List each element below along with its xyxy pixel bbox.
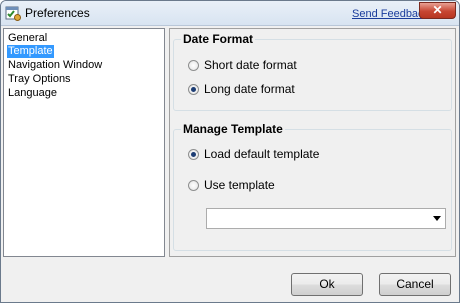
- cancel-button[interactable]: Cancel: [379, 273, 451, 296]
- short-date-format-option[interactable]: Short date format: [188, 57, 297, 73]
- manage-template-title: Manage Template: [181, 122, 285, 136]
- preferences-window: Preferences Send Feedback ✕ General Temp…: [0, 0, 460, 303]
- nav-item-navigation-window[interactable]: Navigation Window: [7, 59, 103, 72]
- nav-item-general[interactable]: General: [7, 32, 48, 45]
- use-template-radio[interactable]: [188, 179, 199, 191]
- ok-button[interactable]: Ok: [291, 273, 363, 296]
- long-date-format-radio[interactable]: [188, 83, 199, 95]
- long-date-format-label: Long date format: [204, 82, 295, 96]
- nav-item-template[interactable]: Template: [7, 45, 54, 58]
- close-button[interactable]: ✕: [419, 2, 456, 19]
- nav-item-tray-options[interactable]: Tray Options: [7, 73, 72, 86]
- short-date-format-label: Short date format: [204, 58, 297, 72]
- template-select[interactable]: [206, 208, 446, 229]
- use-template-option[interactable]: Use template: [188, 177, 275, 193]
- load-default-template-option[interactable]: Load default template: [188, 146, 319, 162]
- nav-item-language[interactable]: Language: [7, 87, 58, 100]
- date-format-group: Date Format: [173, 32, 452, 111]
- short-date-format-radio[interactable]: [188, 59, 199, 71]
- send-feedback-link[interactable]: Send Feedback: [352, 8, 429, 20]
- title-bar: Preferences Send Feedback ✕: [1, 1, 459, 26]
- use-template-label: Use template: [204, 178, 275, 192]
- close-icon: ✕: [432, 3, 443, 17]
- window-title: Preferences: [25, 6, 90, 20]
- load-default-template-label: Load default template: [204, 147, 320, 161]
- dropdown-arrow-icon[interactable]: [433, 216, 441, 221]
- long-date-format-option[interactable]: Long date format: [188, 81, 295, 97]
- preferences-app-icon: [5, 6, 21, 21]
- preferences-category-list[interactable]: General Template Navigation Window Tray …: [3, 28, 165, 257]
- date-format-title: Date Format: [181, 32, 256, 46]
- load-default-template-radio[interactable]: [188, 148, 199, 160]
